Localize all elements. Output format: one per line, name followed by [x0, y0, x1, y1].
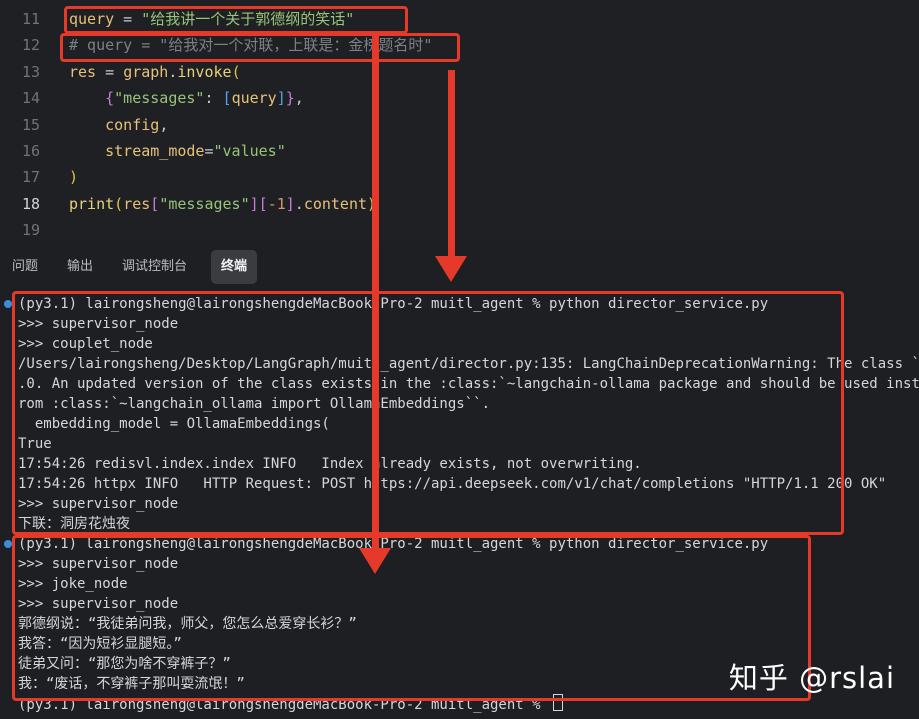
line-number: 16: [21, 142, 40, 160]
line-number: 12: [21, 36, 40, 55]
code-text[interactable]: config,: [69, 112, 168, 138]
code-token: {: [105, 89, 115, 108]
annotation-arrow-line-left: [372, 34, 379, 554]
tab-problems[interactable]: 问题: [2, 250, 48, 284]
code-text[interactable]: stream_mode="values": [69, 138, 286, 164]
code-token: }: [285, 89, 295, 108]
line-number: 18: [21, 194, 40, 213]
code-text[interactable]: ): [69, 164, 78, 190]
code-token: config: [105, 115, 160, 134]
code-token: ]: [276, 89, 286, 108]
code-token: (: [114, 194, 124, 213]
annotation-arrow-head-right: [435, 256, 467, 282]
annotation-box-joke-run: [12, 535, 811, 701]
line-number: 15: [21, 115, 40, 134]
line-number: 11: [21, 10, 40, 28]
code-token: "messages": [159, 194, 250, 213]
line-number: 14: [21, 89, 40, 108]
code-token: [: [150, 194, 160, 213]
annotation-arrow-head-left: [359, 548, 391, 574]
code-line[interactable]: 14 {"messages": [query]},: [0, 85, 919, 111]
code-line[interactable]: 13 res = graph.invoke(: [0, 59, 919, 85]
tab-terminal[interactable]: 终端: [211, 250, 258, 284]
code-text[interactable]: res = graph.invoke(: [69, 59, 241, 85]
code-text[interactable]: print(res["messages"][-1].content): [69, 191, 379, 217]
code-token: content: [303, 194, 368, 213]
code-token: stream_mode: [105, 142, 205, 160]
code-token: ,: [159, 115, 169, 134]
code-line[interactable]: 15 config,: [0, 112, 919, 138]
code-token: "messages": [114, 89, 205, 108]
code-token: [: [222, 89, 232, 108]
code-token: "values": [213, 142, 286, 160]
code-token: ]: [285, 194, 295, 213]
code-token: ]: [249, 194, 259, 213]
code-token: ,: [294, 89, 304, 108]
line-number: 17: [21, 168, 40, 187]
code-token: (: [231, 62, 241, 81]
code-token: query: [231, 89, 277, 108]
code-token: res: [69, 62, 97, 81]
annotation-box-query: [64, 6, 408, 34]
code-line[interactable]: 19: [0, 217, 919, 241]
tab-debug-console[interactable]: 调试控制台: [112, 250, 197, 284]
code-token: res: [123, 194, 151, 213]
tab-output[interactable]: 输出: [57, 250, 103, 284]
code-token: ): [69, 168, 79, 187]
code-token: =: [204, 142, 214, 160]
annotation-box-commented-query: [60, 33, 460, 62]
code-text[interactable]: {"messages": [query]},: [69, 85, 304, 111]
code-token: -1: [267, 194, 286, 213]
annotation-box-couplet-run: [12, 291, 844, 535]
command-status-dot-icon[interactable]: [4, 300, 12, 308]
code-token: :: [204, 89, 223, 108]
zhihu-watermark: 知乎 @rslai: [728, 661, 895, 695]
line-number: 13: [21, 62, 40, 81]
code-line[interactable]: 16 stream_mode="values": [0, 138, 919, 164]
code-token: print: [69, 194, 115, 213]
code-token: invoke: [177, 62, 232, 81]
code-token: [: [258, 194, 268, 213]
annotation-arrow-line-right: [448, 70, 455, 260]
code-line[interactable]: 18 print(res["messages"][-1].content): [0, 191, 919, 217]
code-token: =: [96, 62, 124, 81]
code-line[interactable]: 17): [0, 164, 919, 190]
line-number: 19: [21, 221, 40, 240]
code-token: graph: [123, 62, 169, 81]
code-token: .: [294, 194, 304, 213]
command-status-dot-icon[interactable]: [4, 540, 12, 548]
